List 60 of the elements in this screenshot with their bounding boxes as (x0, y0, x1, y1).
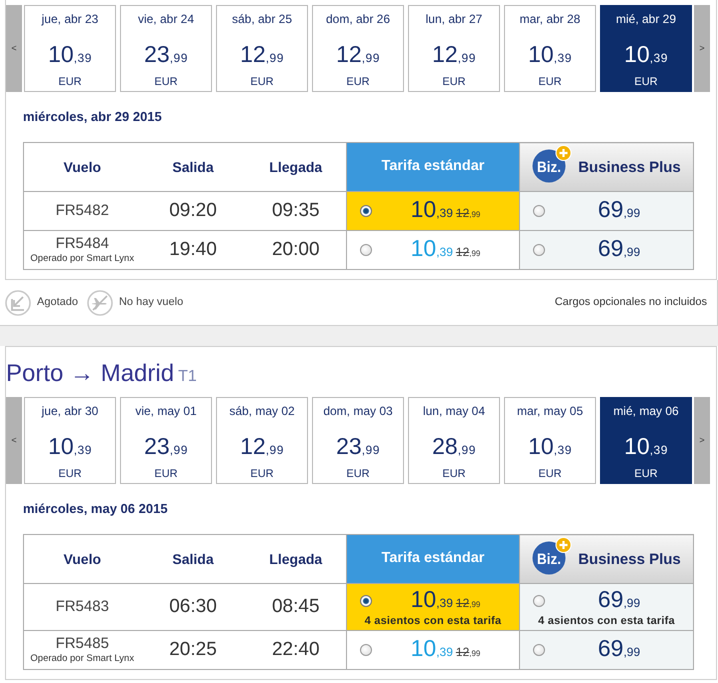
date-tab[interactable]: dom, may 03 23,99 EUR (312, 397, 404, 484)
departure-time: 19:40 (140, 230, 246, 270)
biz-logo: Biz. (532, 537, 572, 575)
column-header: Vuelo (24, 534, 140, 584)
radio-button[interactable] (533, 244, 545, 256)
column-header: Vuelo (24, 142, 140, 192)
date-tab[interactable]: vie, abr 24 23,99 EUR (120, 5, 212, 92)
flight-number: FR5484 (54, 235, 110, 253)
departure-time: 20:25 (140, 630, 246, 670)
flight-number: FR5483 (54, 598, 110, 616)
date-heading: miércoles, may 06 2015 (23, 501, 168, 517)
date-tab[interactable]: jue, abr 23 10,39 EUR (24, 5, 116, 92)
departure-time: 09:20 (140, 192, 246, 230)
legend-label: Agotado (37, 295, 78, 310)
radio-button[interactable] (533, 205, 545, 217)
radio-button[interactable] (533, 644, 545, 656)
date-tab[interactable]: mar, may 05 10,39 EUR (504, 397, 596, 484)
old-price: 12,99 (456, 596, 480, 610)
date-tab[interactable]: mié, abr 29 10,39 EUR (600, 5, 692, 92)
radio-button[interactable] (360, 244, 372, 256)
date-tab[interactable]: mar, abr 28 10,39 EUR (504, 5, 596, 92)
flight-number: FR5485 (54, 635, 110, 653)
charges-note: Cargos opcionales no incluidos (554, 295, 707, 310)
next-button[interactable]: > (694, 397, 710, 484)
date-tab[interactable]: dom, abr 26 12,99 EUR (312, 5, 404, 92)
old-price: 12,99 (456, 206, 480, 220)
flight-number: FR5482 (54, 202, 110, 220)
date-tab[interactable]: sáb, may 02 12,99 EUR (216, 397, 308, 484)
column-header: Salida (140, 142, 246, 192)
date-tab[interactable]: lun, abr 27 12,99 EUR (408, 5, 500, 92)
biz-logo: Biz. (532, 145, 572, 183)
operator-note: Operado por Smart Lynx (29, 653, 136, 665)
operator-note: Operado por Smart Lynx (29, 253, 136, 265)
seats-note: 4 asientos con esta tarifa (364, 615, 502, 627)
date-tab[interactable]: vie, may 01 23,99 EUR (120, 397, 212, 484)
seats-note: 4 asientos con esta tarifa (537, 615, 676, 627)
column-header: Business Plus (578, 158, 681, 178)
radio-button[interactable] (360, 595, 372, 607)
date-tab[interactable]: jue, abr 30 10,39 EUR (24, 397, 116, 484)
column-header: Tarifa estándar (346, 142, 520, 192)
radio-button[interactable] (360, 644, 372, 656)
crossed-plane-icon (86, 290, 113, 316)
old-price: 12,99 (456, 645, 480, 659)
date-tab[interactable]: mié, may 06 10,39 EUR (600, 397, 692, 484)
date-heading: miércoles, abr 29 2015 (23, 109, 162, 125)
column-header: Salida (140, 534, 246, 584)
route-title: Porto → Madrid (6, 360, 174, 387)
column-header: Tarifa estándar (346, 534, 520, 584)
legend-label: No hay vuelo (118, 295, 184, 310)
column-header: Business Plus (578, 550, 681, 570)
date-tab[interactable]: sáb, abr 25 12,99 EUR (216, 5, 308, 92)
previous-button[interactable]: < (6, 5, 22, 92)
radio-button[interactable] (360, 205, 372, 217)
old-price: 12,99 (456, 245, 480, 259)
radio-button[interactable] (533, 595, 545, 607)
date-tab[interactable]: lun, may 04 28,99 EUR (408, 397, 500, 484)
departure-time: 06:30 (140, 584, 246, 630)
terminal-label: T1 (178, 368, 197, 385)
next-button[interactable]: > (694, 5, 710, 92)
previous-button[interactable]: < (6, 397, 22, 484)
